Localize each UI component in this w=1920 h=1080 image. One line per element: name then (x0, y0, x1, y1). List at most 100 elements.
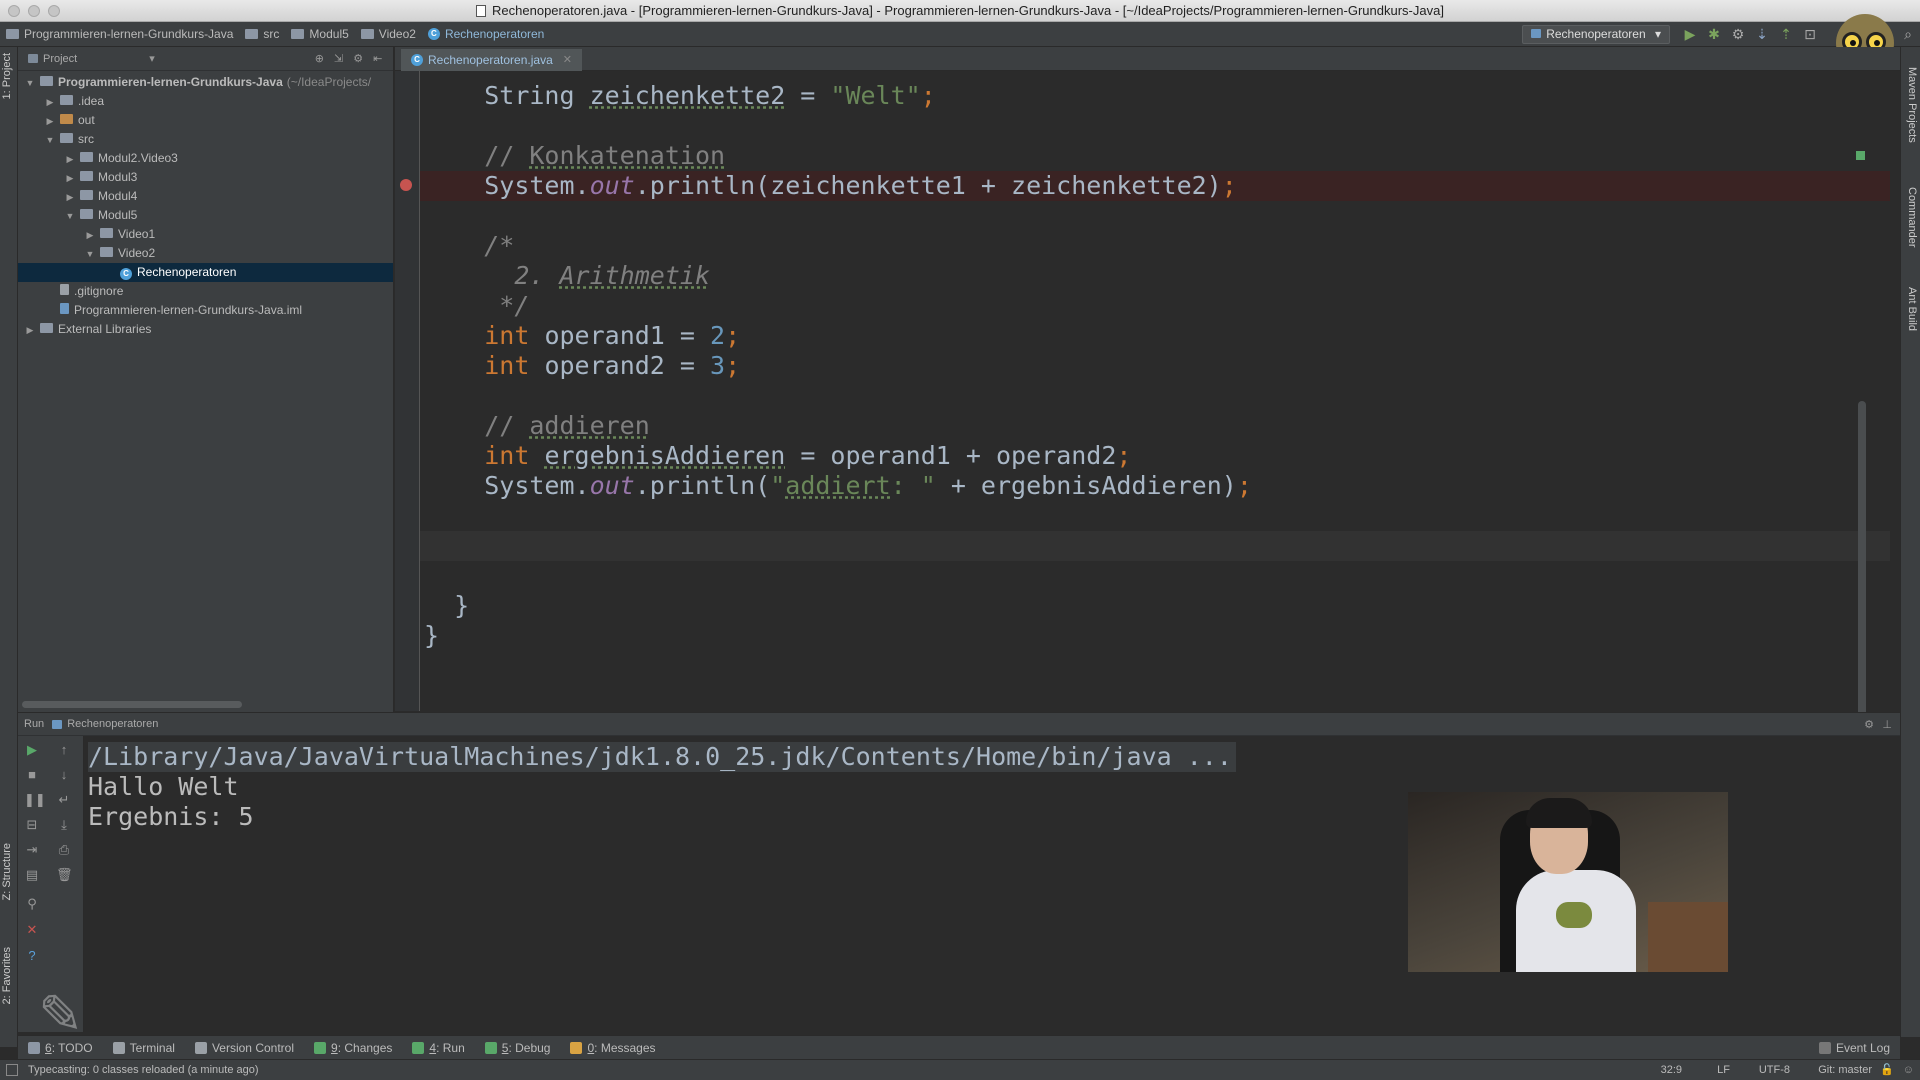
expanded-arrow-icon[interactable]: ▼ (24, 74, 36, 93)
event-log-button[interactable]: Event Log (1809, 1036, 1900, 1060)
editor-vertical-scrollbar[interactable] (1858, 401, 1866, 731)
collapsed-arrow-icon[interactable]: ▶ (44, 112, 56, 131)
pin-icon[interactable]: ⚲ (24, 896, 40, 912)
tree-item[interactable]: ▶ Video1 (18, 225, 393, 244)
collapsed-arrow-icon[interactable]: ▶ (84, 226, 96, 245)
collapsed-arrow-icon[interactable]: ▶ (64, 188, 76, 207)
code-editor[interactable]: String zeichenkette2 = "Welt"; // Konkat… (420, 71, 1890, 731)
breadcrumb-item[interactable]: Video2 (355, 22, 422, 47)
project-view-select[interactable]: Project (43, 53, 77, 65)
maven-projects-button[interactable]: Maven Projects (1906, 67, 1918, 143)
bottom-tab[interactable]: 0: Messages (560, 1036, 665, 1060)
lock-icon[interactable]: 🔓 (1880, 1060, 1894, 1080)
tree-item[interactable]: ▶ Modul2.Video3 (18, 149, 393, 168)
rerun-icon[interactable]: ▶ (24, 742, 40, 758)
bottom-tab[interactable]: 5: Debug (475, 1036, 561, 1060)
breakpoint-icon[interactable] (400, 179, 412, 191)
run-panel-config[interactable]: Rechenoperatoren (67, 718, 158, 730)
tab-rechenoperatoren[interactable]: C Rechenoperatoren.java ✕ (401, 49, 582, 71)
tree-item[interactable]: ▼ src (18, 130, 393, 149)
expanded-arrow-icon[interactable]: ▼ (44, 131, 56, 150)
tree-item[interactable]: C Rechenoperatoren (18, 263, 393, 282)
run-icon[interactable]: ▶ (1682, 26, 1698, 42)
collapsed-arrow-icon[interactable]: ▶ (44, 93, 56, 112)
settings-gear-icon[interactable]: ⚙ (353, 52, 363, 65)
git-branch[interactable]: Git: master (1818, 1060, 1872, 1080)
minimize-window-button[interactable] (28, 5, 40, 17)
close-icon[interactable]: ✕ (563, 49, 572, 71)
collapse-all-icon[interactable]: ⇲ (334, 52, 343, 65)
breadcrumb-item[interactable]: Modul5 (285, 22, 354, 47)
bottom-tab[interactable]: 4: Run (402, 1036, 474, 1060)
layout-icon[interactable]: ▤ (24, 867, 40, 883)
compare-icon[interactable]: ⊡ (1802, 26, 1818, 42)
expanded-arrow-icon[interactable]: ▼ (64, 207, 76, 226)
bottom-tab[interactable]: 9: Changes (304, 1036, 402, 1060)
structure-tool-button[interactable]: Z: Structure (1, 843, 13, 900)
hide-panel-icon[interactable]: ⇤ (373, 52, 382, 65)
pause-icon[interactable]: ❚❚ (24, 792, 46, 808)
run-configuration-select[interactable]: Rechenoperatoren ▾ (1522, 25, 1670, 44)
toggle-tool-windows-icon[interactable] (6, 1064, 18, 1076)
right-tool-stripe: Maven Projects Commander Ant Build (1900, 47, 1920, 1037)
tree-item[interactable]: ▶ Modul4 (18, 187, 393, 206)
tree-item[interactable]: ▶ .idea (18, 92, 393, 111)
search-icon[interactable]: ⌕ (1900, 26, 1916, 42)
chevron-down-icon[interactable]: ▾ (149, 52, 155, 65)
file-encoding[interactable]: UTF-8 (1759, 1060, 1790, 1080)
code-line (420, 531, 1890, 561)
status-message[interactable]: Typecasting: 0 classes reloaded (a minut… (28, 1060, 259, 1080)
tree-item[interactable]: ▶ out (18, 111, 393, 130)
scroll-to-end-icon[interactable]: ⤓ (56, 817, 72, 833)
editor-gutter[interactable] (395, 71, 420, 711)
expanded-arrow-icon[interactable]: ▼ (84, 245, 96, 264)
collapsed-arrow-icon[interactable]: ▶ (64, 169, 76, 188)
settings-gear-icon[interactable]: ⚙ (1864, 718, 1874, 731)
bottom-tab[interactable]: Terminal (103, 1036, 185, 1060)
breadcrumb-item[interactable]: Programmieren-lernen-Grundkurs-Java (0, 22, 239, 47)
bottom-tab[interactable]: 6: TODO (18, 1036, 103, 1060)
close-icon[interactable]: ✕ (24, 922, 40, 938)
vcs-commit-icon[interactable]: ⇡ (1778, 26, 1794, 42)
collapsed-arrow-icon[interactable]: ▶ (24, 321, 36, 340)
breadcrumb-item[interactable]: C Rechenoperatoren (422, 22, 550, 47)
favorites-tool-button[interactable]: 2: Favorites (1, 947, 13, 1004)
close-window-button[interactable] (8, 5, 20, 17)
line-separator[interactable]: LF (1717, 1060, 1730, 1080)
hide-panel-icon[interactable]: ⊥ (1882, 718, 1892, 731)
tree-item[interactable]: ▶ External Libraries (18, 320, 393, 339)
breadcrumb-item[interactable]: src (239, 22, 285, 47)
project-tool-button[interactable]: 1: Project (1, 53, 13, 99)
tree-item[interactable]: ▼ Programmieren-lernen-Grundkurs-Java (~/I… (18, 73, 393, 92)
trash-icon[interactable]: 🗑 (56, 867, 73, 883)
arrow-down-icon[interactable]: ↓ (56, 767, 72, 783)
soft-wrap-icon[interactable]: ↵ (56, 792, 72, 808)
collapsed-arrow-icon[interactable]: ▶ (64, 150, 76, 169)
bottom-tab[interactable]: Version Control (185, 1036, 304, 1060)
dump-threads-icon[interactable]: ⊟ (24, 817, 40, 833)
vcs-update-icon[interactable]: ⇣ (1754, 26, 1770, 42)
tree-horizontal-scrollbar[interactable] (22, 701, 242, 708)
arrow-up-icon[interactable]: ↑ (56, 742, 72, 758)
commander-button[interactable]: Commander (1906, 187, 1918, 248)
scroll-from-source-icon[interactable]: ⊕ (315, 52, 324, 65)
run-config-icon (1531, 29, 1542, 38)
zoom-window-button[interactable] (48, 5, 60, 17)
tree-item[interactable]: Programmieren-lernen-Grundkurs-Java.iml (18, 301, 393, 320)
caret-position[interactable]: 32:9 (1661, 1060, 1682, 1080)
inspector-icon[interactable]: ☺ (1903, 1060, 1914, 1080)
tree-item[interactable]: ▶ Modul3 (18, 168, 393, 187)
window-titlebar: Rechenoperatoren.java - [Programmieren-l… (0, 0, 1920, 22)
ant-build-button[interactable]: Ant Build (1906, 287, 1918, 331)
stop-icon[interactable]: ■ (24, 767, 40, 783)
code-token: String (484, 81, 590, 110)
help-icon[interactable]: ? (24, 948, 40, 964)
exit-icon[interactable]: ⇥ (24, 842, 40, 858)
coverage-icon[interactable]: ⚙ (1730, 26, 1746, 42)
tree-item[interactable]: ▼ Modul5 (18, 206, 393, 225)
tree-item[interactable]: ▼ Video2 (18, 244, 393, 263)
tree-item[interactable]: .gitignore (18, 282, 393, 301)
print-icon[interactable]: ⎙ (56, 842, 72, 858)
debug-icon[interactable]: ✱ (1706, 26, 1722, 42)
